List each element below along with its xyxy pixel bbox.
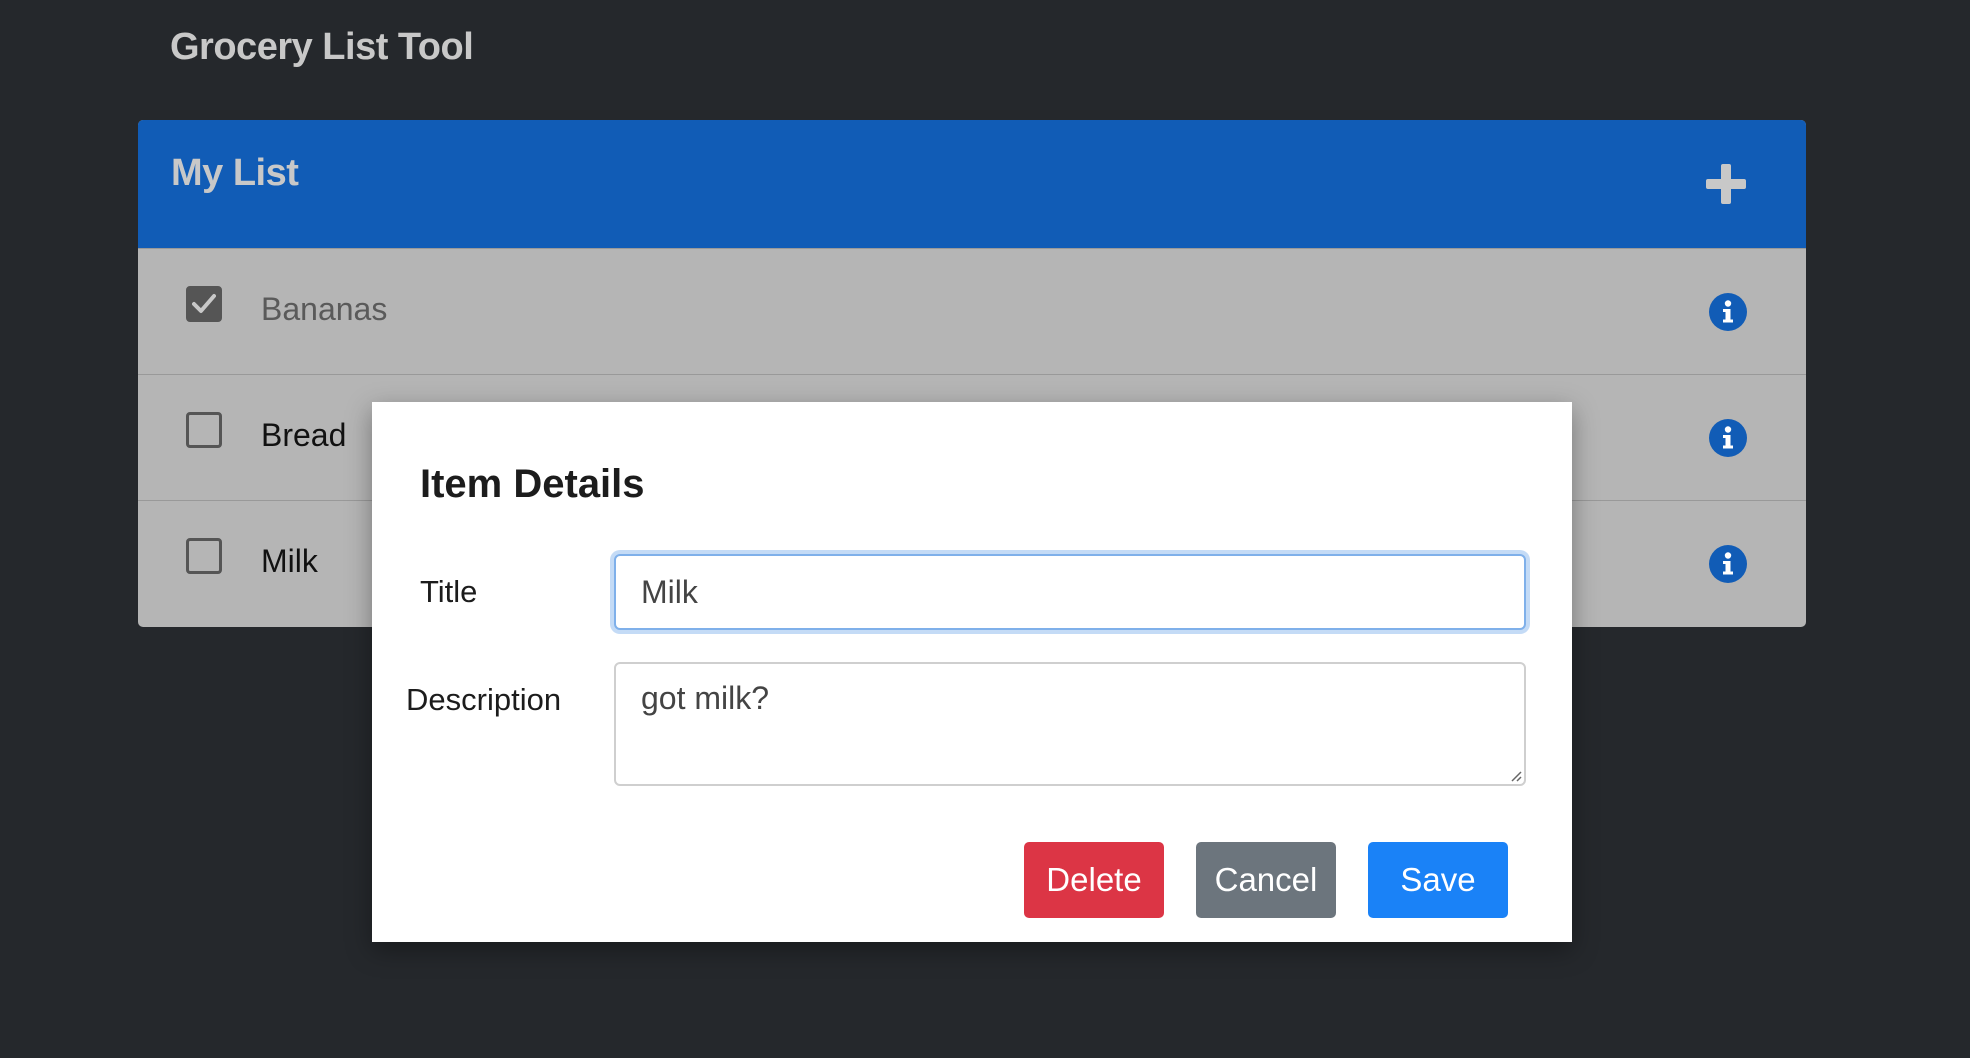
description-label: Description [406,682,562,717]
list-header: My List [138,120,1806,248]
item-label: Bananas [261,291,388,327]
title-input[interactable] [614,554,1526,630]
delete-button[interactable]: Delete [1024,842,1164,918]
list-title: My List [171,152,299,194]
item-checkbox[interactable] [186,286,222,322]
title-label: Title [420,574,478,609]
item-checkbox[interactable] [186,412,222,448]
item-label: Milk [261,543,318,579]
plus-icon[interactable] [1706,164,1746,204]
description-input[interactable]: got milk? [614,662,1526,786]
resize-handle-icon[interactable] [1508,768,1522,782]
checkmark-icon [192,294,216,313]
app-title: Grocery List Tool [170,26,474,68]
cancel-button[interactable]: Cancel [1196,842,1336,918]
item-details-modal: Item Details Title Description got milk?… [372,402,1572,942]
item-label: Bread [261,417,347,453]
info-icon[interactable] [1709,545,1747,583]
item-checkbox[interactable] [186,538,222,574]
save-button[interactable]: Save [1368,842,1508,918]
list-item[interactable]: Bananas [138,248,1806,373]
info-icon[interactable] [1709,419,1747,457]
modal-title: Item Details [420,462,645,506]
info-icon[interactable] [1709,293,1747,331]
